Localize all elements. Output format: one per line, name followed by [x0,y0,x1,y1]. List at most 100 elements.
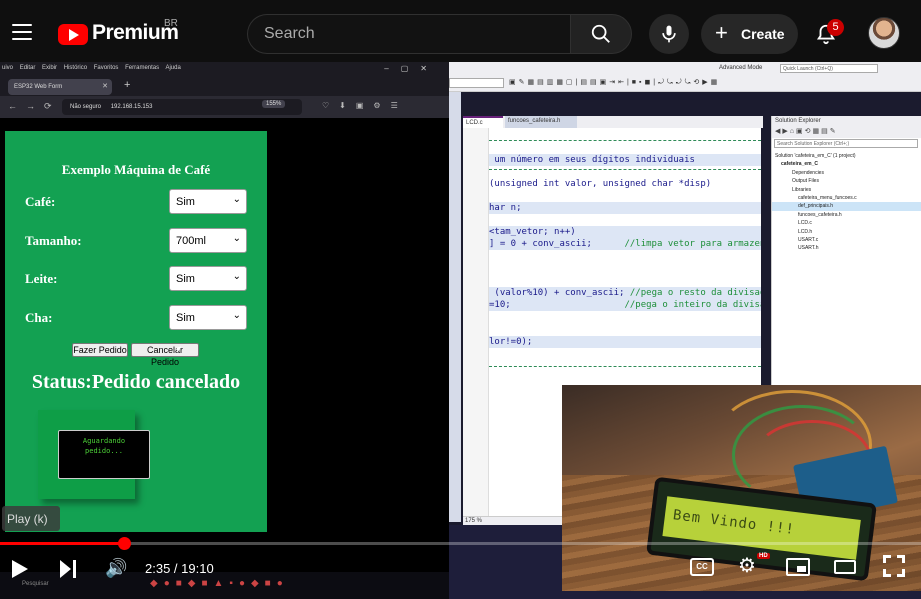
form-title: Exemplo Máquina de Café [61,162,211,177]
field-label-cafe: Café: [25,194,56,209]
lcd-simulator-screen: Aguardando pedido... [58,430,150,479]
tree-item: Dependencies [792,169,824,176]
theater-icon[interactable] [834,560,856,574]
code-line: um número em seus dígitos individuais [489,154,761,166]
browser-menu-item: Exibir [42,65,58,71]
field-label-leite: Leite: [25,271,58,286]
ide-toolbar-icons: ▣✎▦▤▥▦▢|▤▤▣⇥⇤|■▪◼|⤾⤿⤾⤿⟲▶▦ [509,79,721,86]
browser-zoom-badge: 155% [262,100,286,108]
hamburger-menu-icon[interactable] [12,24,32,40]
tree-item: LCD.c [798,220,812,227]
create-button[interactable]: + Create [701,14,798,54]
plus-icon: + [715,20,728,45]
browser-nav-icons: ←→⟳ [8,101,61,111]
search-button[interactable] [570,14,632,54]
browser-url-text: 192.168.15.153 [110,104,153,110]
hd-badge: HD [757,553,770,559]
ide-document-tabs: LCD.c funcoes_cafeteira.h [463,116,763,128]
solution-explorer-toolbar: ◀▶⌂▣⟲▦▤✎ [772,126,921,138]
select-value: Sim [176,196,195,208]
youtube-header: Premium BR + Create 5 [0,0,921,62]
video-player[interactable]: uivo Editar Exibir Histórico Favoritos F… [0,62,921,599]
code-line: har n; [489,202,761,214]
chevron-down-icon: ⌄ [232,233,241,244]
tree-item-selected: def_principais.h [772,202,921,211]
ide-doc-tab: funcoes_cafeteira.h [505,116,577,128]
lcd-line-1: Aguardando [82,437,126,445]
chevron-down-icon: ⌄ [232,310,241,321]
create-button-label: Create [741,26,785,42]
search-input[interactable] [264,25,554,43]
recorded-browser-window: uivo Editar Exibir Histórico Favoritos F… [0,62,449,599]
field-label-cha: Cha: [25,310,53,325]
search-box [247,14,570,54]
code-line: lor!=0); [489,336,761,348]
taskbar-search-text: Pesquisar [22,581,49,587]
ide-side-strip [449,92,461,522]
not-secure-label: Não seguro [70,104,102,110]
browser-tab-strip: ESP32 Web Form ✕ + [0,76,449,96]
solution-explorer-title: Solution Explorer [772,116,921,126]
comment-rule [489,140,761,141]
chevron-down-icon: ⌄ [232,271,241,282]
browser-toolbar-icons: ♡⬇▣⚙☰ [322,101,408,110]
field-label-tamanho: Tamanho: [25,233,82,248]
solution-explorer-tree: Solution 'cafeteira_em_C' (1 project) ca… [772,152,921,253]
close-icon: ✕ [102,83,108,90]
browser-menu-item: Favoritos [93,65,119,71]
ide-toolbar: ▣✎▦▤▥▦▢|▤▤▣⇥⇤|■▪◼|⤾⤿⤾⤿⟲▶▦ [449,74,921,92]
taskbar-app-icons: ◆●■◆■▲▪●◆■● [150,578,289,589]
youtube-logo-icon[interactable] [58,24,88,45]
volume-icon[interactable]: 🔊 [105,557,127,579]
lcd-line-2: pedido... [85,447,123,455]
ide-gutter [463,128,489,518]
tree-item: funcoes_cafeteira.h [798,211,842,218]
select-value: Sim [176,312,195,324]
miniplayer-icon[interactable] [786,558,810,576]
browser-menu-item: Histórico [63,65,88,71]
code-line: ] = 0 + conv_ascii; //limpa vetor para a… [489,238,761,250]
ide-mode-label: Advanced Mode [719,65,763,71]
select-cafe: Sim ⌄ [169,189,247,214]
fazer-pedido-button: Fazer Pedido [72,343,128,357]
notification-count-badge: 5 [827,19,844,36]
select-tamanho: 700ml ⌄ [169,228,247,253]
new-tab-icon: + [124,79,131,91]
user-avatar[interactable] [868,17,900,49]
progress-played [0,542,125,545]
fullscreen-icon[interactable] [883,555,905,577]
comment-rule [489,366,761,367]
browser-menu-item: Editar [19,65,36,71]
code-line: =10; //pega o inteiro da divisão [489,299,761,311]
esp32-web-form: Exemplo Máquina de Café Café: Sim ⌄ Tama… [5,131,267,532]
browser-menu-item: Ferramentas [125,65,160,71]
play-icon[interactable] [12,560,28,578]
select-value: Sim [176,273,195,285]
tree-item: LCD.h [798,228,813,235]
next-icon[interactable] [60,560,77,578]
code-line: <tam_vetor; n++) [489,226,761,238]
select-value: 700ml [176,235,206,247]
solution-explorer-search: Search Solution Explorer (Ctrl+;) [774,139,918,148]
play-tooltip: Play (k) [2,506,60,531]
ide-title-bar: Advanced Mode Quick Launch (Ctrl+Q) [449,62,921,74]
progress-bar[interactable] [0,537,921,550]
browser-menubar: uivo Editar Exibir Histórico Favoritos F… [0,62,449,76]
browser-tab-title: ESP32 Web Form [14,84,63,90]
order-status-text: Status:Pedido cancelado [31,371,241,393]
browser-menu-item: uivo [2,65,14,71]
ide-doc-tab: LCD.c [463,116,503,128]
comment-rule [489,169,761,170]
tree-item: Solution 'cafeteira_em_C' (1 project) [775,153,856,159]
cancelar-pedido-button: Cancelar Pedido [131,343,199,367]
captions-icon[interactable]: CC [690,558,714,576]
microphone-icon [662,25,676,43]
voice-search-button[interactable] [649,14,689,54]
browser-navigation-bar: ←→⟳ Não seguro 192.168.15.153 155% ♡⬇▣⚙☰ [0,96,449,118]
tree-item: cafeteira_em_C [781,161,818,168]
solution-explorer: Solution Explorer ◀▶⌂▣⟲▦▤✎ Search Soluti… [771,116,921,386]
lcd-simulator-frame: Aguardando pedido... [38,410,150,499]
select-cha: Sim ⌄ [169,305,247,330]
browser-menu-item: Ajuda [165,65,181,71]
tree-item: cafeteira_menu_funcoes.c [798,194,857,201]
